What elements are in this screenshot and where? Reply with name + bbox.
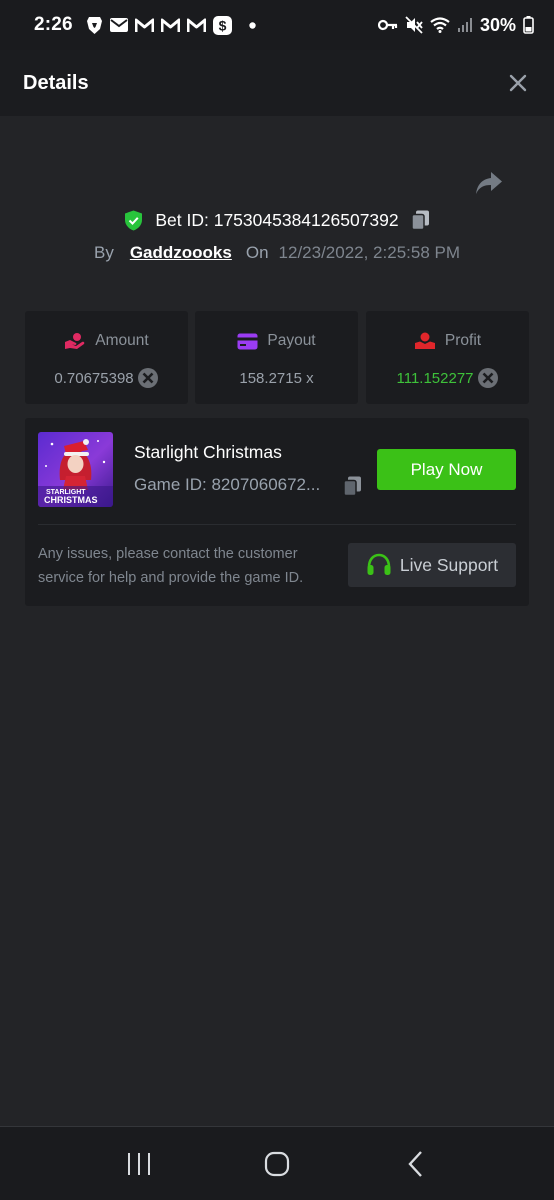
wifi-icon xyxy=(430,17,450,33)
brave-icon xyxy=(86,16,103,35)
game-title[interactable]: Starlight Christmas xyxy=(134,442,282,463)
live-support-button[interactable]: Live Support xyxy=(348,543,516,587)
details-header: Details xyxy=(0,50,554,116)
username-link[interactable]: Gaddzoooks xyxy=(130,243,232,263)
status-left: 2:26 $ xyxy=(34,14,256,36)
android-nav-bar xyxy=(0,1126,554,1200)
game-thumbnail[interactable]: STARLIGHT CHRISTMAS xyxy=(38,432,113,507)
profit-card: Profit 111.152277 xyxy=(366,311,529,404)
signal-icon xyxy=(457,17,473,33)
issue-text: Any issues, please contact the customer … xyxy=(38,546,304,586)
copy-bet-id-button[interactable] xyxy=(410,210,430,231)
gmail-icon xyxy=(134,18,154,33)
payout-value: 158.2715 x xyxy=(239,369,314,387)
bet-id-text: Bet ID: 1753045384126507392 xyxy=(155,209,399,230)
back-icon xyxy=(408,1150,422,1177)
amount-label: Amount xyxy=(95,332,149,349)
status-right: 30% xyxy=(377,14,534,36)
battery-icon xyxy=(523,16,534,34)
headset-icon xyxy=(366,553,392,577)
dot-icon xyxy=(249,21,256,29)
home-button[interactable] xyxy=(247,1134,307,1194)
game-id: Game ID: 8207060672... xyxy=(134,475,321,494)
copy-icon xyxy=(410,210,429,230)
amount-icon xyxy=(64,332,86,350)
on-label: On xyxy=(245,243,269,262)
coin-icon xyxy=(137,367,159,389)
copy-icon xyxy=(343,476,361,497)
profit-value: 111.152277 xyxy=(396,369,474,387)
battery-percent: 30% xyxy=(479,14,516,35)
bet-id-row: Bet ID: 1753045384126507392 xyxy=(0,205,554,235)
amount-value: 0.70675398 xyxy=(54,369,134,387)
live-support-label: Live Support xyxy=(399,554,499,575)
verified-shield-icon xyxy=(124,210,143,231)
recent-apps-icon xyxy=(128,1152,150,1175)
gmail-icon xyxy=(186,18,206,33)
divider xyxy=(38,524,516,525)
play-now-button[interactable]: Play Now xyxy=(377,449,516,490)
status-time: 2:26 xyxy=(34,14,73,35)
svg-text:$: $ xyxy=(218,17,226,33)
card-icon xyxy=(237,333,258,350)
payout-label: Payout xyxy=(267,332,316,349)
by-label: By xyxy=(93,243,114,262)
coin-icon xyxy=(477,367,499,389)
close-icon xyxy=(509,74,527,92)
share-button[interactable] xyxy=(474,168,504,198)
back-button[interactable] xyxy=(385,1134,445,1194)
key-icon xyxy=(377,19,398,31)
status-bar: 2:26 $ 30% xyxy=(0,0,554,50)
mute-icon xyxy=(405,16,423,34)
game-card: STARLIGHT CHRISTMAS Starlight Christmas … xyxy=(25,418,529,606)
profit-label: Profit xyxy=(444,332,482,349)
payout-card: Payout 158.2715 x xyxy=(195,311,358,404)
by-row: By Gaddzoooks On 12/23/2022, 2:25:58 PM xyxy=(0,240,554,266)
profit-icon xyxy=(414,332,436,350)
amount-card: Amount 0.70675398 xyxy=(25,311,188,404)
share-icon xyxy=(476,172,502,194)
bet-date: 12/23/2022, 2:25:58 PM xyxy=(278,243,461,262)
mail-icon xyxy=(109,18,128,32)
gmail-icon xyxy=(160,18,180,33)
cash-app-icon: $ xyxy=(212,15,232,35)
recent-apps-button[interactable] xyxy=(109,1134,169,1194)
home-icon xyxy=(264,1151,290,1176)
thumb-text-line2: CHRISTMAS xyxy=(44,495,98,505)
copy-game-id-button[interactable] xyxy=(343,476,362,497)
close-button[interactable] xyxy=(504,69,532,97)
page-title: Details xyxy=(23,71,89,94)
